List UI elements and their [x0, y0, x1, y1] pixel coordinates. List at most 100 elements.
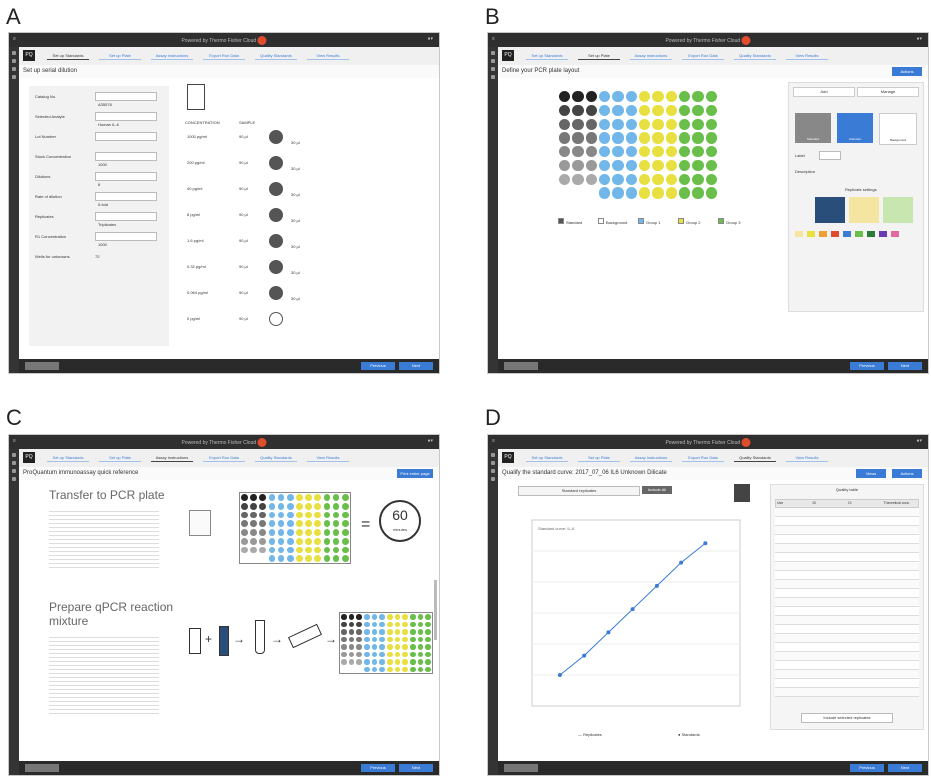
table-row[interactable]: [775, 526, 919, 535]
table-row[interactable]: [775, 517, 919, 526]
plate-well[interactable]: [341, 621, 347, 627]
type-standard[interactable]: Standard: [795, 113, 831, 143]
table-row[interactable]: [775, 661, 919, 670]
plate-well[interactable]: [585, 132, 597, 144]
table-row[interactable]: [775, 562, 919, 571]
column-header[interactable]: ID: [812, 500, 848, 507]
plate-well[interactable]: [286, 537, 294, 545]
plate-well[interactable]: [705, 132, 717, 144]
step-tab[interactable]: Assay Instructions: [151, 454, 193, 462]
plate-well[interactable]: [268, 502, 276, 510]
table-row[interactable]: [775, 553, 919, 562]
plate-well[interactable]: [323, 511, 331, 519]
plate-well[interactable]: [241, 537, 248, 545]
plate-well[interactable]: [425, 636, 431, 642]
plate-well[interactable]: [314, 520, 322, 527]
cancel-button[interactable]: [504, 764, 538, 772]
plate-well[interactable]: [332, 546, 340, 554]
view-toggle-icon[interactable]: [734, 484, 750, 502]
plate-well[interactable]: [268, 546, 276, 554]
plate-well[interactable]: [394, 666, 401, 672]
plate-well[interactable]: [394, 621, 401, 627]
plate-well[interactable]: [364, 651, 370, 657]
color-swatch[interactable]: [849, 197, 879, 223]
plate-well[interactable]: [305, 546, 312, 554]
plate-well[interactable]: [296, 494, 303, 501]
table-row[interactable]: [775, 634, 919, 643]
nav-icon[interactable]: [491, 75, 495, 79]
dilutions-field[interactable]: 8: [95, 172, 157, 187]
plate-well[interactable]: [341, 629, 347, 635]
plate-well[interactable]: [394, 614, 401, 620]
plate-well[interactable]: [277, 494, 285, 501]
plate-well[interactable]: [599, 187, 611, 199]
plate-well[interactable]: [402, 621, 408, 627]
plate-well[interactable]: [425, 621, 431, 627]
plate-well[interactable]: [425, 666, 431, 672]
plate-well[interactable]: [572, 187, 584, 199]
plate-well[interactable]: [599, 146, 611, 158]
table-row[interactable]: [775, 643, 919, 652]
plate-well[interactable]: [652, 132, 664, 144]
plate-well[interactable]: [268, 511, 276, 519]
plate-well[interactable]: [692, 173, 704, 185]
plate-well[interactable]: [323, 502, 331, 510]
include-button[interactable]: Include All: [642, 486, 672, 494]
plate-well[interactable]: [296, 546, 303, 554]
plate-well[interactable]: [585, 118, 597, 130]
plate-well[interactable]: [665, 132, 677, 144]
plate-well[interactable]: [332, 555, 340, 562]
plate-well[interactable]: [259, 502, 267, 510]
plate-well[interactable]: [599, 118, 611, 130]
plate-well[interactable]: [572, 173, 584, 185]
plate-well[interactable]: [705, 146, 717, 158]
plate-well[interactable]: [639, 187, 651, 199]
plate-well[interactable]: [402, 629, 408, 635]
nav-icon[interactable]: [12, 469, 16, 473]
plate-well[interactable]: [625, 187, 637, 199]
plate-well[interactable]: [394, 659, 401, 665]
column-header[interactable]: Use: [776, 500, 812, 507]
menu-icon[interactable]: ≡: [13, 438, 16, 444]
plate-well[interactable]: [705, 173, 717, 185]
plate-well[interactable]: [679, 104, 691, 117]
plate-well[interactable]: [559, 159, 571, 172]
plate-well[interactable]: [314, 529, 322, 536]
plate-well[interactable]: [585, 187, 597, 199]
plate-well[interactable]: [425, 614, 431, 620]
plate-well[interactable]: [314, 555, 322, 562]
nav-icon[interactable]: [12, 477, 16, 481]
plate-well[interactable]: [371, 636, 378, 642]
plate-well[interactable]: [341, 651, 347, 657]
palette-color[interactable]: [819, 231, 827, 237]
nav-icon[interactable]: [12, 461, 16, 465]
plate-well[interactable]: [679, 118, 691, 130]
plate-well[interactable]: [394, 629, 401, 635]
plate-well[interactable]: [417, 629, 424, 635]
plate-well[interactable]: [286, 546, 294, 554]
plate-well[interactable]: [652, 187, 664, 199]
plate-well[interactable]: [652, 118, 664, 130]
plate-well[interactable]: [559, 173, 571, 185]
views-button[interactable]: Views: [856, 469, 886, 478]
table-row[interactable]: [775, 508, 919, 517]
plate-well[interactable]: [379, 666, 385, 672]
plate-well[interactable]: [387, 614, 393, 620]
plate-well[interactable]: [410, 644, 416, 650]
nav-icon[interactable]: [12, 75, 16, 79]
plate-well[interactable]: [692, 146, 704, 158]
plate-well[interactable]: [332, 529, 340, 536]
plate-well[interactable]: [356, 644, 362, 650]
plate-well[interactable]: [241, 494, 248, 501]
plate-well[interactable]: [612, 118, 624, 130]
plate-well[interactable]: [402, 614, 408, 620]
plate-well[interactable]: [585, 159, 597, 172]
step-tab[interactable]: Export Run Data: [682, 52, 724, 60]
plate-well[interactable]: [599, 173, 611, 185]
menu-icon[interactable]: ≡: [492, 36, 495, 42]
step-tab[interactable]: View Results: [786, 52, 828, 60]
user-icon[interactable]: ●▾: [916, 36, 922, 42]
plate-well[interactable]: [371, 651, 378, 657]
plate-well[interactable]: [585, 91, 597, 103]
plate-well[interactable]: [705, 91, 717, 103]
